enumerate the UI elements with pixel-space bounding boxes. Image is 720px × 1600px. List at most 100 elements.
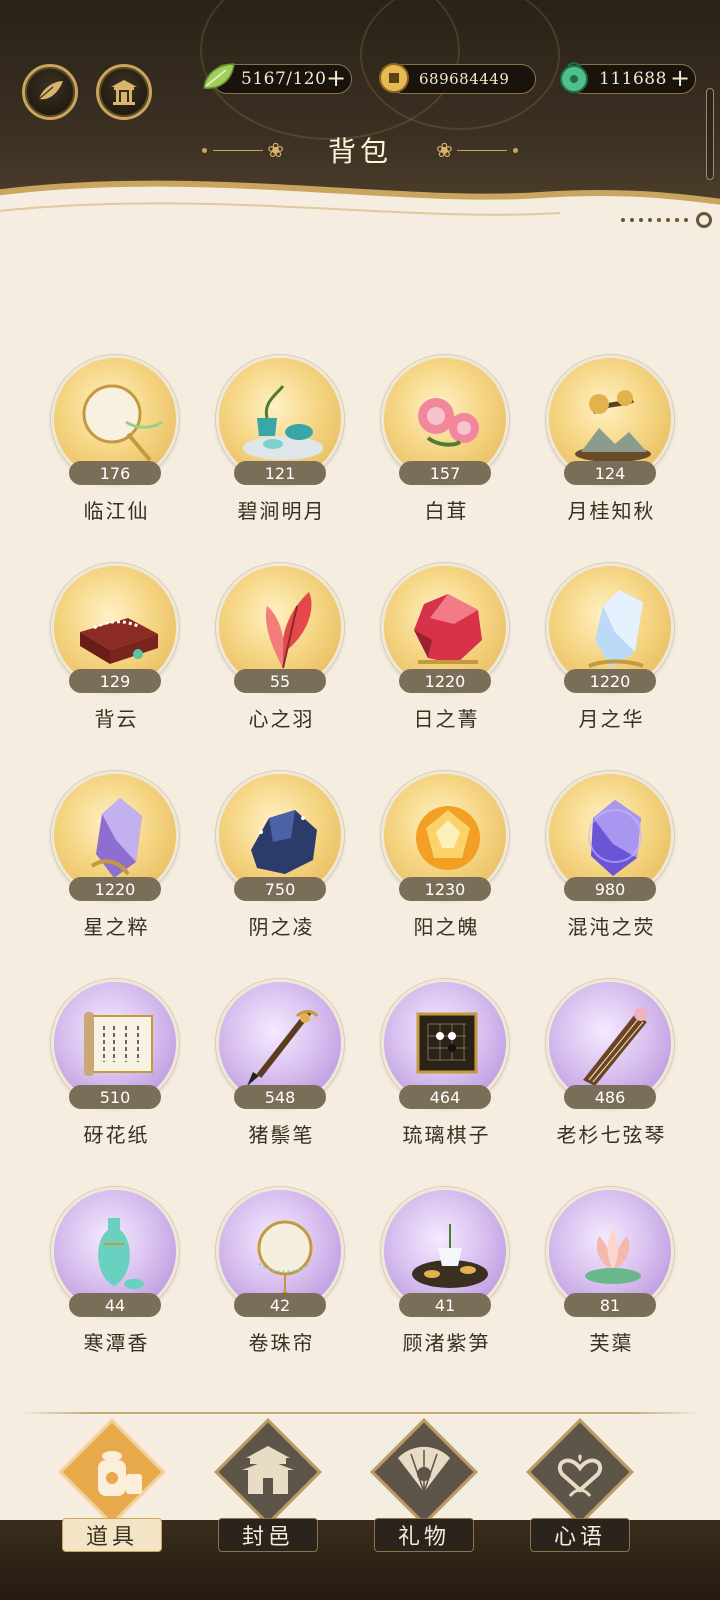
inventory-item[interactable]: 1220 月之华 — [529, 563, 694, 771]
inventory-item[interactable]: 464 琉璃棋子 — [364, 979, 529, 1187]
decorative-dots — [616, 212, 712, 228]
tab-heart-words-label: 心语 — [530, 1518, 630, 1552]
tab-items[interactable]: 道具 — [52, 1418, 172, 1576]
jade-resource: 111688 + — [560, 62, 696, 94]
item-count-badge: 486 — [564, 1085, 656, 1109]
item-count-badge: 1220 — [69, 877, 161, 901]
item-name: 阴之凌 — [248, 915, 315, 939]
item-count-badge: 157 — [399, 461, 491, 485]
item-name: 碧涧明月 — [237, 499, 326, 523]
scrollbar[interactable] — [706, 88, 714, 180]
stamina-resource: 5167/120 + — [203, 63, 352, 94]
tab-fief-label: 封邑 — [218, 1518, 318, 1552]
item-count-badge: 1220 — [399, 669, 491, 693]
jade-currency-icon — [553, 57, 595, 99]
wine-vase-icon — [98, 1218, 144, 1289]
item-name: 顾渚紫笋 — [402, 1331, 491, 1355]
page-title: 背包 — [327, 135, 392, 168]
copper-coin-icon — [373, 57, 415, 99]
item-name: 临江仙 — [83, 499, 150, 523]
inventory-item[interactable]: 548 猪鬃笔 — [199, 979, 364, 1187]
item-count-badge: 121 — [234, 461, 326, 485]
inventory-item[interactable]: 124 月桂知秋 — [529, 355, 694, 563]
item-count-badge: 548 — [234, 1085, 326, 1109]
coin-resource: 689684449 — [379, 63, 536, 94]
item-count-badge: 42 — [234, 1293, 326, 1317]
item-count-badge: 510 — [69, 1085, 161, 1109]
tab-gifts[interactable]: 礼物 — [364, 1418, 484, 1576]
tab-items-label: 道具 — [62, 1518, 162, 1552]
item-name: 星之粹 — [83, 915, 150, 939]
item-count-badge: 176 — [69, 461, 161, 485]
inventory-item[interactable]: 980 混沌之荧 — [529, 771, 694, 979]
tab-heart-words[interactable]: 心语 — [520, 1418, 640, 1576]
item-count-badge: 464 — [399, 1085, 491, 1109]
item-name: 月桂知秋 — [567, 499, 656, 523]
item-name: 寒潭香 — [83, 1331, 150, 1355]
jade-value: 111688 — [599, 69, 667, 89]
jewelry-box-icon — [80, 618, 158, 664]
item-name: 琉璃棋子 — [402, 1123, 491, 1147]
bottom-nav: 道具 封邑 礼物 心语 — [0, 1418, 720, 1600]
item-name: 混沌之荧 — [567, 915, 656, 939]
inventory-item[interactable]: 121 碧涧明月 — [199, 355, 364, 563]
heart-flower-icon — [558, 1454, 602, 1497]
inventory-item[interactable]: 1220 日之菁 — [364, 563, 529, 771]
ice-crystal-icon — [588, 590, 644, 668]
dark-ore-icon — [251, 810, 317, 874]
purple-crystal-icon — [90, 798, 142, 878]
inventory-grid: 176 临江仙 121 碧涧明月 157 白茸 124 月桂知秋 129 背云 55 心之羽 1220 日… — [34, 355, 694, 1395]
item-count-badge: 980 — [564, 877, 656, 901]
add-jade-button[interactable]: + — [669, 66, 691, 90]
title-ornament-right: ❀ — [432, 138, 524, 162]
item-name: 阳之魄 — [413, 915, 480, 939]
folding-fan-icon — [398, 1446, 450, 1493]
red-gem-icon — [414, 594, 482, 664]
item-name: 卷珠帘 — [248, 1331, 315, 1355]
item-count-badge: 41 — [399, 1293, 491, 1317]
pavilion-icon — [111, 80, 137, 105]
round-fan-icon — [82, 384, 163, 462]
inventory-item[interactable]: 486 老杉七弦琴 — [529, 979, 694, 1187]
bottom-divider — [20, 1412, 700, 1414]
item-count-badge: 1220 — [564, 669, 656, 693]
inventory-item[interactable]: 750 阴之凌 — [199, 771, 364, 979]
inventory-item[interactable]: 1230 阳之魄 — [364, 771, 529, 979]
item-count-badge: 750 — [234, 877, 326, 901]
scroll-paper-icon — [84, 1012, 153, 1076]
inventory-item[interactable]: 176 临江仙 — [34, 355, 199, 563]
inventory-item[interactable]: 157 白茸 — [364, 355, 529, 563]
item-count-badge: 1230 — [399, 877, 491, 901]
lotus-icon — [585, 1228, 641, 1284]
tab-fief[interactable]: 封邑 — [208, 1418, 328, 1576]
inventory-item[interactable]: 55 心之羽 — [199, 563, 364, 771]
inventory-item[interactable]: 42 卷珠帘 — [199, 1187, 364, 1395]
tab-gifts-label: 礼物 — [374, 1518, 474, 1552]
inventory-item[interactable]: 41 顾渚紫笋 — [364, 1187, 529, 1395]
inventory-item[interactable]: 81 芙蕖 — [529, 1187, 694, 1395]
item-name: 老杉七弦琴 — [556, 1123, 667, 1147]
item-name: 白茸 — [424, 499, 469, 523]
tea-tray-icon — [412, 1224, 488, 1288]
feather-icon — [38, 81, 63, 100]
item-name: 心之羽 — [248, 707, 315, 731]
feather-menu-button[interactable] — [22, 64, 78, 120]
title-bar: ❀ 背包 ❀ — [0, 130, 720, 170]
inventory-item[interactable]: 1220 星之粹 — [34, 771, 199, 979]
pavilion-button[interactable] — [96, 64, 152, 120]
leaf-stamina-icon — [197, 57, 239, 99]
flower-icon: ❀ — [267, 138, 284, 162]
inventory-item[interactable]: 510 砑花纸 — [34, 979, 199, 1187]
item-count-badge: 44 — [69, 1293, 161, 1317]
go-board-icon — [416, 1012, 478, 1074]
amber-gem-icon — [416, 806, 480, 870]
items-jar-icon — [98, 1451, 142, 1496]
inventory-item[interactable]: 129 背云 — [34, 563, 199, 771]
header-gold-wave — [0, 180, 720, 245]
brush-pen-icon — [247, 1010, 319, 1086]
add-stamina-button[interactable]: + — [325, 66, 347, 90]
item-count-badge: 81 — [564, 1293, 656, 1317]
chaos-crystal-icon — [588, 800, 642, 876]
inventory-item[interactable]: 44 寒潭香 — [34, 1187, 199, 1395]
palace-icon — [242, 1446, 294, 1494]
